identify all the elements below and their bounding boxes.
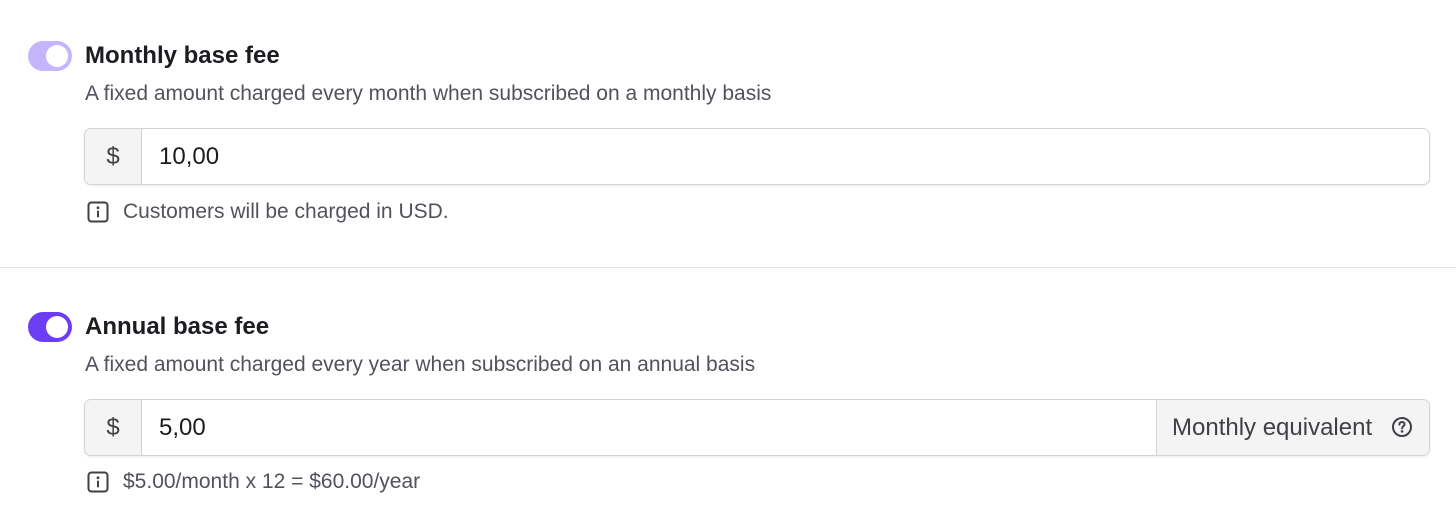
annual-fee-description: A fixed amount charged every year when s… (85, 353, 756, 376)
annual-fee-toggle[interactable] (28, 312, 72, 342)
monthly-base-fee-section: Monthly base fee A fixed amount charged … (0, 0, 1456, 267)
monthly-fee-description: A fixed amount charged every month when … (85, 82, 772, 105)
monthly-fee-input-group: $ 10,00 (84, 128, 1430, 185)
monthly-equivalent-label: Monthly equivalent (1172, 414, 1373, 441)
monthly-equivalent-addon[interactable]: Monthly equivalent (1156, 400, 1429, 455)
help-icon[interactable] (1391, 416, 1413, 438)
toggle-knob (46, 316, 68, 338)
monthly-fee-title: Monthly base fee (85, 42, 280, 69)
annual-fee-title: Annual base fee (85, 313, 270, 340)
monthly-hint-text: Customers will be charged in USD. (123, 200, 449, 223)
annual-hint-text: $5.00/month x 12 = $60.00/year (123, 470, 421, 493)
annual-base-fee-section: Annual base fee A fixed amount charged e… (0, 268, 1456, 528)
currency-prefix: $ (85, 129, 142, 184)
annual-fee-input[interactable]: 5,00 (159, 400, 206, 455)
info-icon (87, 471, 109, 493)
monthly-fee-toggle[interactable] (28, 41, 72, 71)
annual-fee-input-group: $ 5,00 Monthly equivalent (84, 399, 1430, 456)
info-icon (87, 201, 109, 223)
monthly-fee-input[interactable]: 10,00 (159, 129, 219, 184)
toggle-knob (46, 45, 68, 67)
currency-prefix: $ (85, 400, 142, 455)
